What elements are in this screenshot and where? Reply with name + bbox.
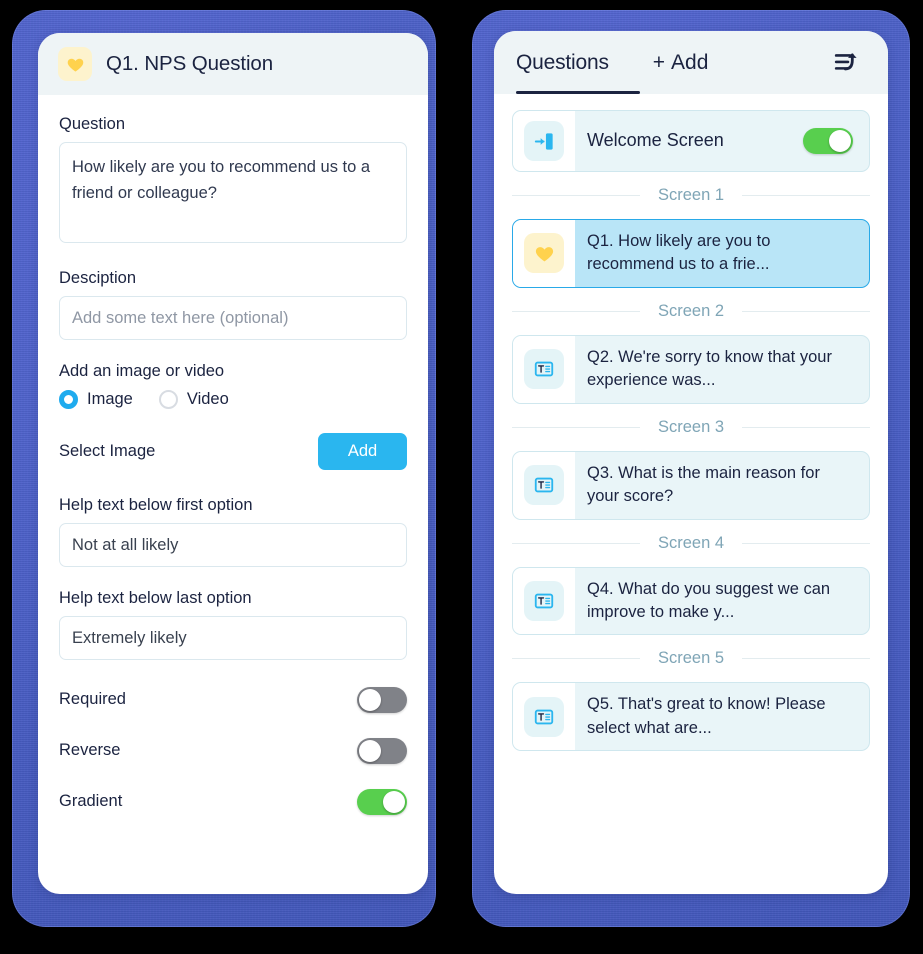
separator-line	[512, 310, 640, 312]
screen-label: Screen 2	[657, 301, 725, 320]
plus-icon: +	[652, 50, 666, 74]
q1-text: Q1. How likely are you to recommend us t…	[587, 232, 771, 274]
q4-text: Q4. What do you suggest we can improve t…	[587, 579, 831, 621]
toggle-row-required: Required	[59, 674, 407, 725]
select-image-row: Select Image Add	[59, 433, 407, 470]
q1-icon-cell	[513, 220, 575, 287]
toggle-knob	[359, 688, 381, 711]
q2-text: Q2. We're sorry to know that your experi…	[587, 347, 832, 390]
list-item-q2[interactable]: Q2. We're sorry to know that your experi…	[512, 334, 870, 404]
screen-separator-5: Screen 5	[512, 635, 871, 682]
radio-image-label: Image	[87, 390, 133, 408]
q2-icon-cell	[513, 335, 575, 403]
separator-line	[512, 542, 640, 544]
help-last-input[interactable]: Extremely likely	[59, 616, 407, 660]
screen-label: Screen 3	[657, 417, 725, 436]
toggle-row-gradient: Gradient	[59, 776, 407, 827]
help-last-label: Help text below last option	[59, 589, 252, 607]
editor-header: Q1. NPS Question	[38, 33, 428, 95]
welcome-screen-toggle[interactable]	[803, 128, 853, 154]
required-label: Required	[59, 690, 126, 708]
text-box-icon	[524, 696, 564, 737]
tab-add[interactable]: + Add	[653, 51, 709, 75]
active-tab-underline	[516, 91, 640, 94]
enter-door-icon	[524, 121, 564, 161]
gradient-label: Gradient	[59, 792, 123, 810]
gradient-toggle[interactable]	[357, 788, 407, 815]
separator-line	[742, 658, 871, 660]
reverse-toggle[interactable]	[357, 737, 407, 764]
text-box-icon	[524, 349, 564, 390]
separator-line	[742, 542, 871, 544]
separator-line	[512, 195, 640, 196]
question-input[interactable]: How likely are you to recommend us to a …	[59, 142, 407, 243]
welcome-screen-label: Welcome Screen	[587, 130, 724, 151]
screen-separator-1: Screen 1	[512, 172, 871, 219]
q3-text: Q3. What is the main reason for your sco…	[587, 463, 820, 506]
description-input[interactable]: Add some text here (optional)	[59, 296, 407, 340]
separator-line	[742, 426, 871, 428]
list-item-welcome-screen[interactable]: Welcome Screen	[512, 110, 870, 172]
editor-body: Question How likely are you to recommend…	[38, 95, 428, 827]
screen-label: Screen 4	[657, 533, 725, 552]
toggle-row-reverse: Reverse	[59, 725, 407, 776]
reverse-label: Reverse	[59, 741, 121, 759]
toggle-knob	[383, 790, 405, 813]
radio-option-image[interactable]: Image	[59, 390, 133, 409]
screen-separator-2: Screen 2	[512, 288, 871, 335]
toggle-knob	[359, 739, 381, 762]
radio-video-indicator	[158, 390, 178, 409]
radio-video-label: Video	[186, 390, 229, 408]
screen-label: Screen 1	[657, 186, 725, 204]
list-undo-icon[interactable]	[830, 48, 866, 78]
list-item-q4[interactable]: Q4. What do you suggest we can improve t…	[512, 566, 870, 636]
list-item-q1[interactable]: Q1. How likely are you to recommend us t…	[512, 219, 870, 288]
tab-questions[interactable]: Questions	[516, 51, 609, 75]
help-first-input[interactable]: Not at all likely	[59, 523, 407, 567]
list-item-q5[interactable]: Q5. That's great to know! Please select …	[512, 682, 870, 752]
screenshot-root: Q1. NPS Question Question How likely are…	[0, 0, 923, 954]
page-title: Q1. NPS Question	[106, 52, 274, 75]
radio-image-indicator	[59, 390, 78, 409]
text-box-icon	[524, 465, 564, 506]
separator-line	[512, 426, 640, 428]
heart-icon	[58, 47, 92, 81]
required-toggle[interactable]	[357, 686, 407, 713]
welcome-icon-cell	[513, 111, 575, 171]
select-image-label: Select Image	[59, 442, 156, 460]
questions-panel-card: Questions + Add Welcome Screen Screen 1 …	[494, 31, 888, 894]
radio-option-video[interactable]: Video	[158, 390, 229, 409]
description-label: Desciption	[59, 269, 137, 287]
panel-header: Questions + Add	[494, 31, 888, 94]
add-media-button[interactable]: Add	[318, 433, 407, 470]
separator-line	[742, 195, 871, 196]
help-first-label: Help text below first option	[59, 496, 253, 514]
tab-add-label: Add	[671, 50, 709, 74]
q3-icon-cell	[513, 451, 575, 519]
q4-icon-cell	[513, 567, 575, 635]
questions-list: Welcome Screen Screen 1 Q1. How likely a…	[494, 94, 888, 752]
media-type-radio-group: Image Video	[59, 390, 407, 409]
text-box-icon	[524, 580, 564, 621]
screen-separator-4: Screen 4	[512, 520, 871, 567]
list-item-q3[interactable]: Q3. What is the main reason for your sco…	[512, 450, 870, 520]
separator-line	[742, 310, 871, 312]
screen-separator-3: Screen 3	[512, 404, 871, 451]
toggle-knob	[829, 130, 851, 152]
q5-icon-cell	[513, 683, 575, 751]
media-label: Add an image or video	[59, 362, 225, 380]
welcome-toggle-cell	[803, 111, 869, 171]
screen-label: Screen 5	[657, 649, 725, 668]
question-label: Question	[59, 115, 126, 133]
separator-line	[512, 658, 640, 660]
q5-text: Q5. That's great to know! Please select …	[587, 695, 826, 737]
question-editor-card: Q1. NPS Question Question How likely are…	[38, 33, 428, 894]
heart-icon	[524, 233, 564, 274]
